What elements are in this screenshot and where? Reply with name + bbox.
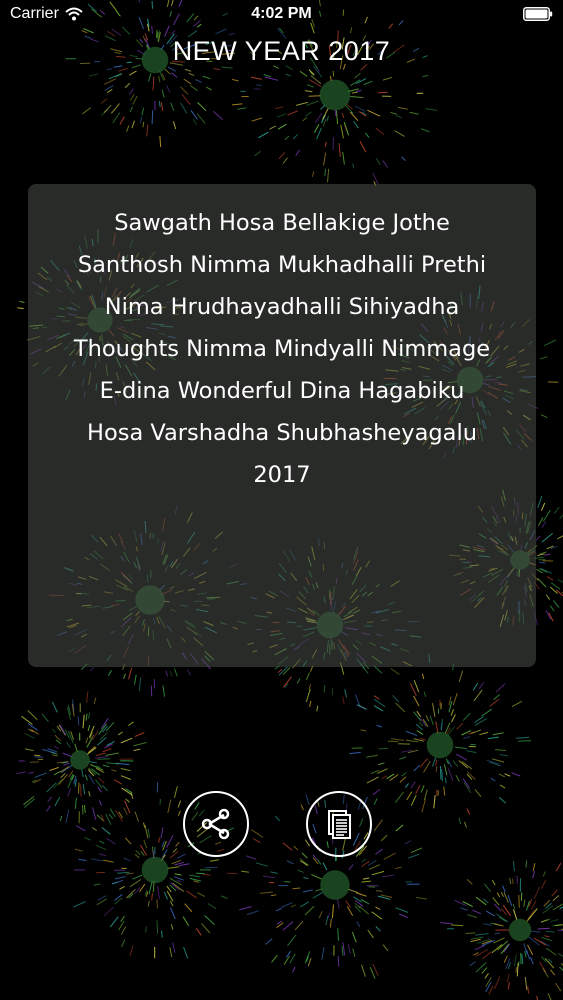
firework-burst bbox=[440, 860, 563, 1000]
firework-burst bbox=[16, 691, 147, 825]
message-card: Sawgath Hosa Bellakige Jothe Santhosh Ni… bbox=[28, 184, 536, 667]
firework-burst bbox=[349, 653, 532, 828]
share-button[interactable] bbox=[183, 791, 249, 857]
copy-icon bbox=[328, 810, 351, 839]
page-title: NEW YEAR 2017 bbox=[172, 36, 391, 66]
status-bar: Carrier 4:02 PM bbox=[0, 0, 563, 30]
app-screen: Carrier 4:02 PM NEW YEAR 2017 Sawgath Ho… bbox=[0, 0, 563, 1000]
share-icon bbox=[201, 808, 230, 840]
battery-icon bbox=[523, 7, 553, 21]
copy-button[interactable] bbox=[306, 791, 372, 857]
status-time: 4:02 PM bbox=[251, 5, 312, 22]
greeting-message[interactable]: Sawgath Hosa Bellakige Jothe Santhosh Ni… bbox=[36, 202, 528, 496]
